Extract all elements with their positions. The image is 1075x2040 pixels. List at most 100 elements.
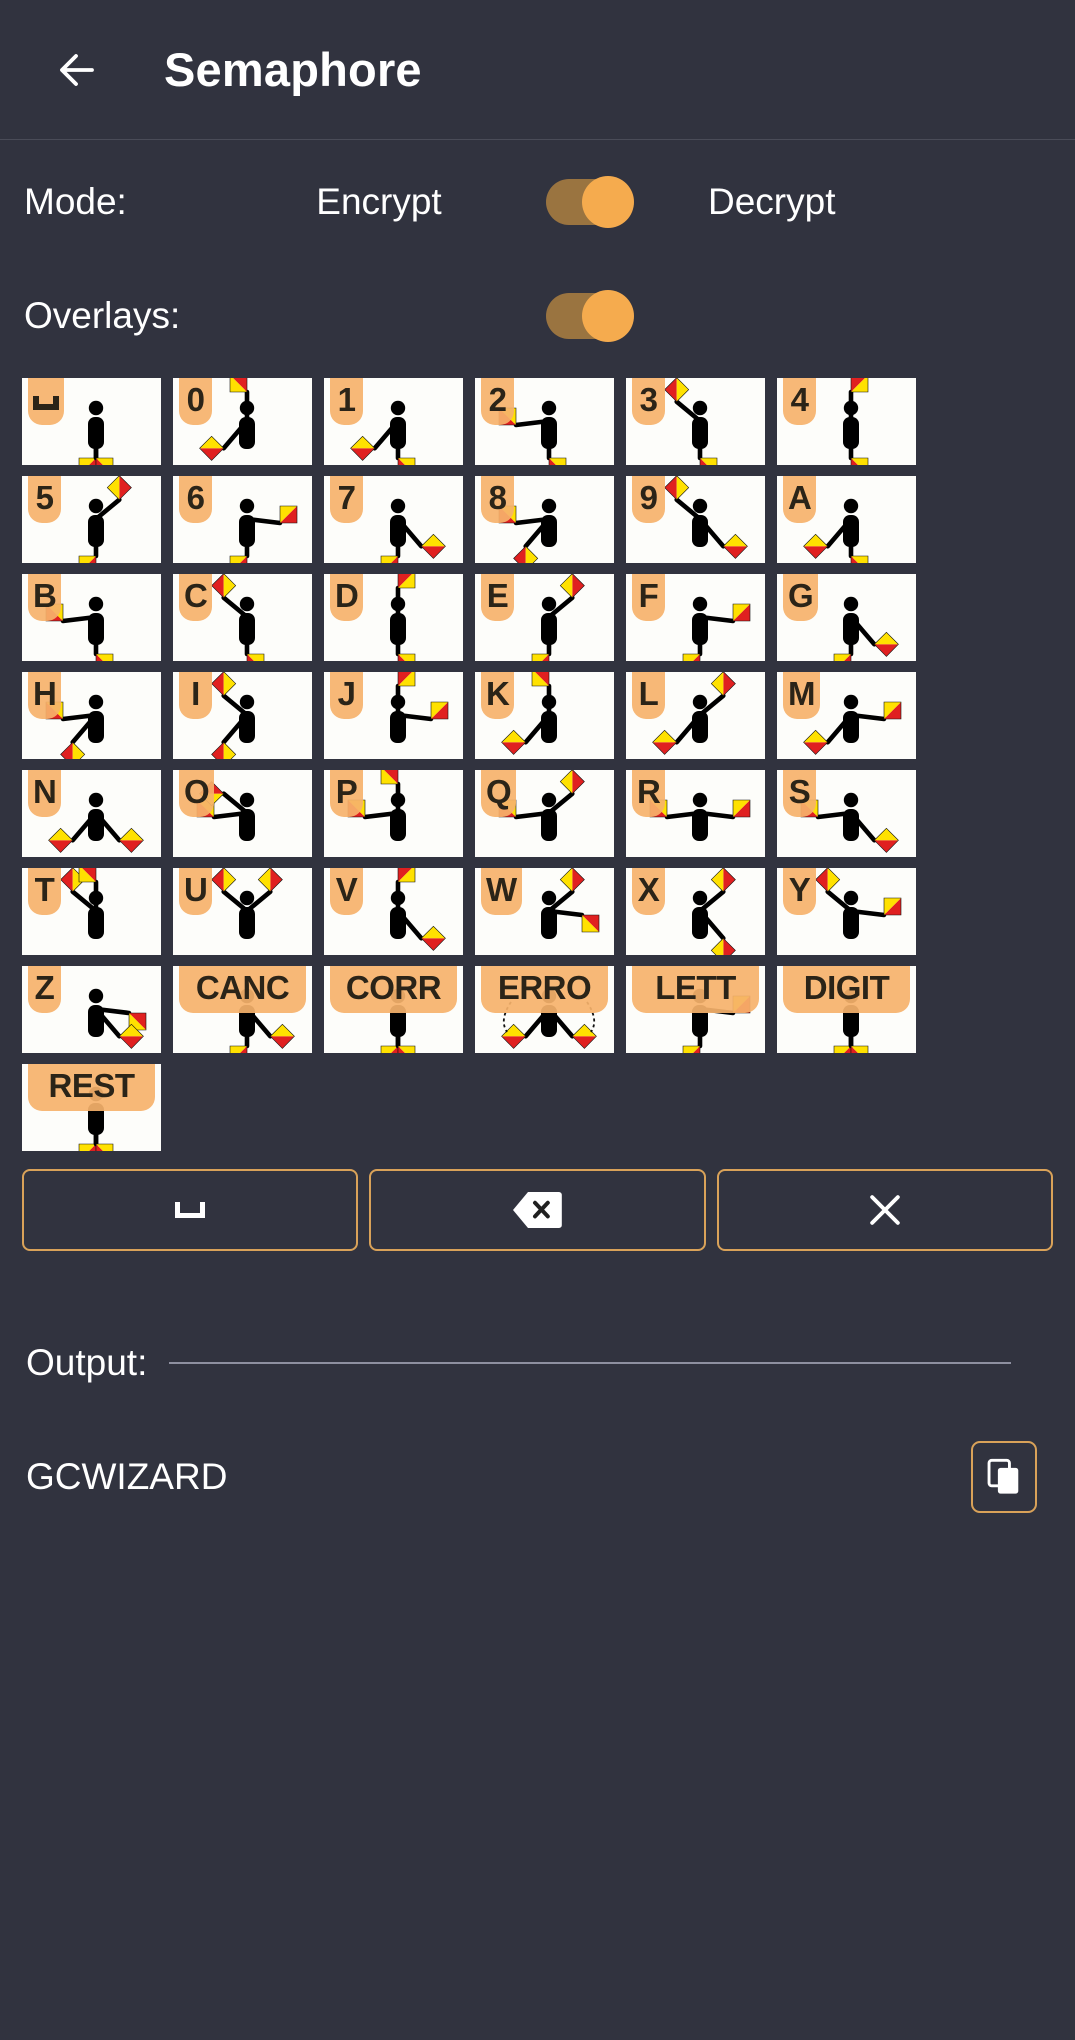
mode-toggle[interactable] (546, 176, 634, 228)
key-overlay-label: 0 (179, 378, 212, 425)
semaphore-key-e[interactable]: E (475, 574, 614, 661)
semaphore-key-v[interactable]: V (324, 868, 463, 955)
semaphore-key-c[interactable]: C (173, 574, 312, 661)
semaphore-key-space[interactable] (22, 378, 161, 465)
semaphore-key-o[interactable]: O (173, 770, 312, 857)
semaphore-key-2[interactable]: 2 (475, 378, 614, 465)
key-overlay-label: D (330, 574, 364, 621)
arrow-left-icon (60, 53, 94, 86)
semaphore-key-y[interactable]: Y (777, 868, 916, 955)
copy-icon (987, 1458, 1019, 1494)
semaphore-key-d[interactable]: D (324, 574, 463, 661)
space-icon (175, 1202, 206, 1218)
key-overlay-label: 6 (179, 476, 212, 523)
key-overlay-label: O (179, 770, 215, 817)
semaphore-key-p[interactable]: P (324, 770, 463, 857)
semaphore-key-6[interactable]: 6 (173, 476, 312, 563)
key-overlay-label: 3 (632, 378, 665, 425)
key-overlay-label: S (783, 770, 816, 817)
semaphore-key-a[interactable]: A (777, 476, 916, 563)
key-overlay-label: Y (783, 868, 816, 915)
key-overlay-label: W (481, 868, 522, 915)
semaphore-key-b[interactable]: B (22, 574, 161, 661)
semaphore-key-7[interactable]: 7 (324, 476, 463, 563)
overlays-toggle[interactable] (546, 290, 634, 342)
semaphore-key-lett[interactable]: LETT (626, 966, 765, 1053)
key-overlay-label: I (179, 672, 212, 719)
key-overlay-label: X (632, 868, 665, 915)
backspace-button[interactable] (369, 1169, 706, 1251)
semaphore-key-canc[interactable]: CANC (173, 966, 312, 1053)
semaphore-key-h[interactable]: H (22, 672, 161, 759)
semaphore-key-x[interactable]: X (626, 868, 765, 955)
key-overlay-label: R (632, 770, 666, 817)
key-overlay-label: DIGIT (783, 966, 910, 1013)
key-overlay-label: F (632, 574, 665, 621)
semaphore-key-corr[interactable]: CORR (324, 966, 463, 1053)
semaphore-key-4[interactable]: 4 (777, 378, 916, 465)
overlays-label: Overlays: (24, 295, 181, 336)
key-overlay-label: B (28, 574, 62, 621)
key-overlay-label: N (28, 770, 62, 817)
semaphore-key-rest[interactable]: REST (22, 1064, 161, 1151)
output-label: Output: (26, 1342, 148, 1383)
semaphore-key-q[interactable]: Q (475, 770, 614, 857)
key-overlay-label: P (330, 770, 363, 817)
semaphore-key-g[interactable]: G (777, 574, 916, 661)
key-overlay-label: T (28, 868, 61, 915)
output-divider (169, 1362, 1011, 1364)
semaphore-key-j[interactable]: J (324, 672, 463, 759)
key-overlay-label: L (632, 672, 665, 719)
semaphore-key-erro[interactable]: ERRO (475, 966, 614, 1053)
key-overlay-label: ERRO (481, 966, 608, 1013)
key-overlay-label: CANC (179, 966, 306, 1013)
key-overlay-label: 2 (481, 378, 514, 425)
space-button[interactable] (22, 1169, 359, 1251)
semaphore-key-0[interactable]: 0 (173, 378, 312, 465)
clear-button[interactable] (716, 1169, 1053, 1251)
semaphore-key-r[interactable]: R (626, 770, 765, 857)
key-overlay-label: K (481, 672, 515, 719)
semaphore-key-k[interactable]: K (475, 672, 614, 759)
mode-decrypt-label[interactable]: Decrypt (708, 181, 835, 223)
output-header: Output: (0, 1333, 1075, 1393)
key-overlay-label: 1 (330, 378, 363, 425)
semaphore-key-n[interactable]: N (22, 770, 161, 857)
semaphore-key-u[interactable]: U (173, 868, 312, 955)
output-value: GCWIZARD (26, 1456, 228, 1497)
semaphore-key-grid: 0 1 2 3 4 5 6 7 8 9 A B C D E F G H I J K L M N O P Q R S T U V W X Y Z CANC… (0, 378, 1075, 1151)
key-overlay-label (28, 378, 64, 425)
key-overlay-label: REST (28, 1064, 155, 1111)
semaphore-key-5[interactable]: 5 (22, 476, 161, 563)
semaphore-key-i[interactable]: I (173, 672, 312, 759)
semaphore-key-8[interactable]: 8 (475, 476, 614, 563)
semaphore-key-f[interactable]: F (626, 574, 765, 661)
semaphore-key-l[interactable]: L (626, 672, 765, 759)
mode-encrypt-label[interactable]: Encrypt (274, 181, 484, 223)
mode-label: Mode: (24, 181, 127, 222)
semaphore-key-digit[interactable]: DIGIT (777, 966, 916, 1053)
key-overlay-label: 7 (330, 476, 363, 523)
semaphore-key-3[interactable]: 3 (626, 378, 765, 465)
semaphore-key-m[interactable]: M (777, 672, 916, 759)
semaphore-key-9[interactable]: 9 (626, 476, 765, 563)
mode-row: Mode: Encrypt Decrypt (0, 154, 1075, 250)
semaphore-key-s[interactable]: S (777, 770, 916, 857)
semaphore-key-z[interactable]: Z (22, 966, 161, 1053)
back-button[interactable] (40, 34, 112, 106)
mode-toggle-knob (582, 176, 634, 228)
key-overlay-label: Q (481, 770, 517, 817)
key-overlay-label: 9 (632, 476, 665, 523)
copy-button[interactable] (971, 1441, 1037, 1513)
key-overlay-label: C (179, 574, 213, 621)
key-overlay-label: H (28, 672, 62, 719)
semaphore-key-1[interactable]: 1 (324, 378, 463, 465)
action-button-row (0, 1151, 1075, 1251)
key-overlay-label: U (179, 868, 213, 915)
semaphore-key-t[interactable]: T (22, 868, 161, 955)
semaphore-key-w[interactable]: W (475, 868, 614, 955)
key-overlay-label: M (783, 672, 820, 719)
overlays-row: Overlays: (0, 268, 1075, 364)
backspace-icon (513, 1192, 563, 1228)
close-x-icon (870, 1195, 900, 1225)
